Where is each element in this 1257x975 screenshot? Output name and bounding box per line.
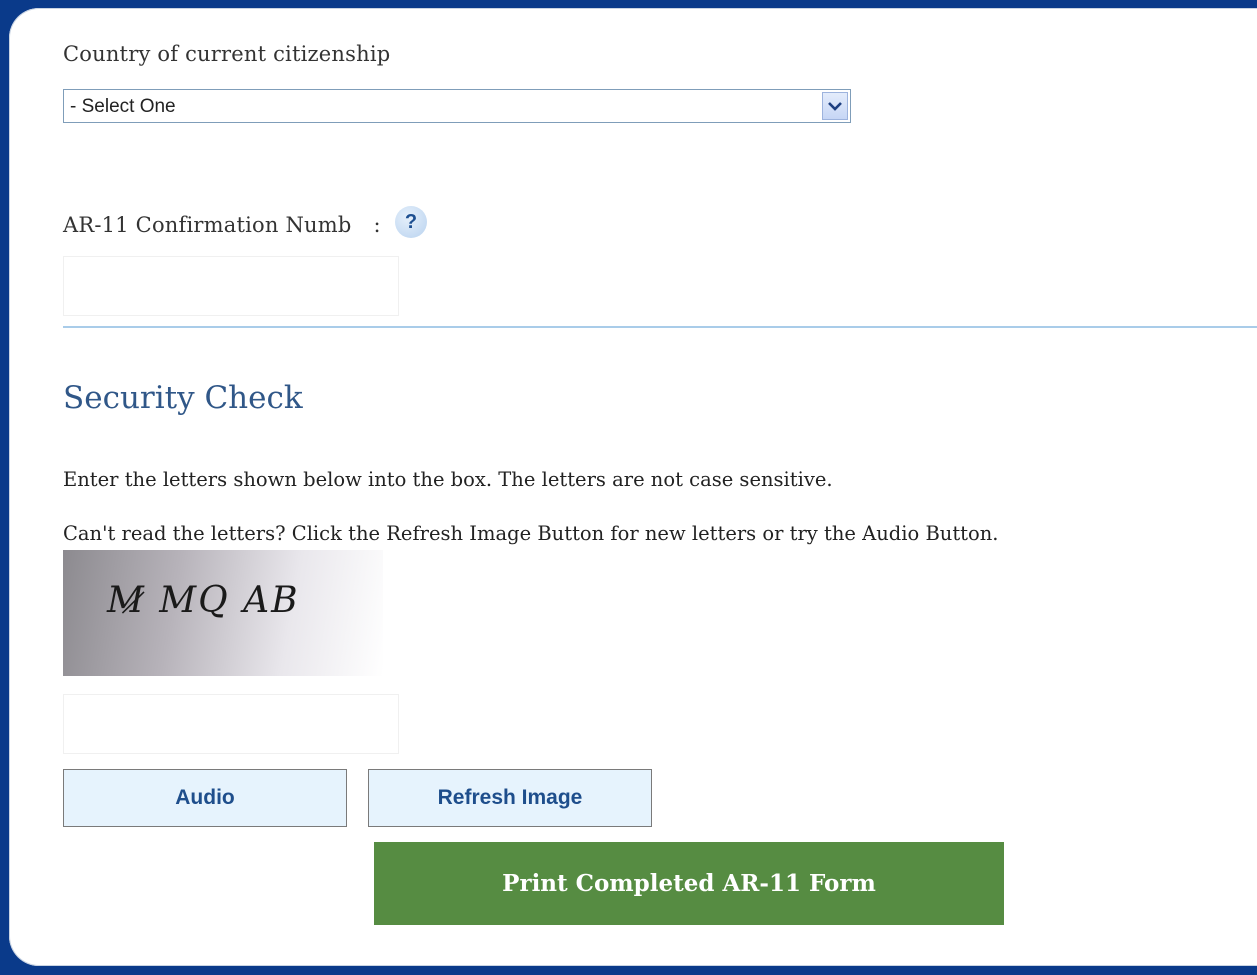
help-glyph: ? (404, 210, 418, 233)
confirmation-label-row: AR-11 Confirmation Numb: (63, 213, 381, 237)
chevron-down-icon[interactable] (822, 92, 848, 120)
refresh-image-button[interactable]: Refresh Image (368, 769, 652, 827)
citizenship-select[interactable]: - Select One (63, 89, 851, 123)
audio-button[interactable]: Audio (63, 769, 347, 827)
captcha-image: M̷ MQ AB (63, 550, 383, 676)
citizenship-label: Country of current citizenship (63, 42, 391, 66)
captcha-image-text: M̷ MQ AB (107, 580, 300, 621)
confirmation-number-input[interactable] (63, 256, 399, 316)
captcha-answer-input[interactable] (63, 694, 399, 754)
form-panel: Country of current citizenship - Select … (9, 8, 1257, 966)
confirmation-label: AR-11 Confirmation Numb (63, 213, 352, 237)
confirmation-label-colon: : (373, 213, 381, 237)
security-check-title: Security Check (63, 380, 303, 416)
captcha-instruction-2: Can't read the letters? Click the Refres… (63, 522, 999, 545)
help-icon[interactable]: ? (395, 206, 427, 238)
captcha-instruction-1: Enter the letters shown below into the b… (63, 468, 833, 491)
print-form-button[interactable]: Print Completed AR-11 Form (374, 842, 1004, 925)
citizenship-select-value: - Select One (70, 96, 176, 117)
section-divider (63, 326, 1257, 328)
